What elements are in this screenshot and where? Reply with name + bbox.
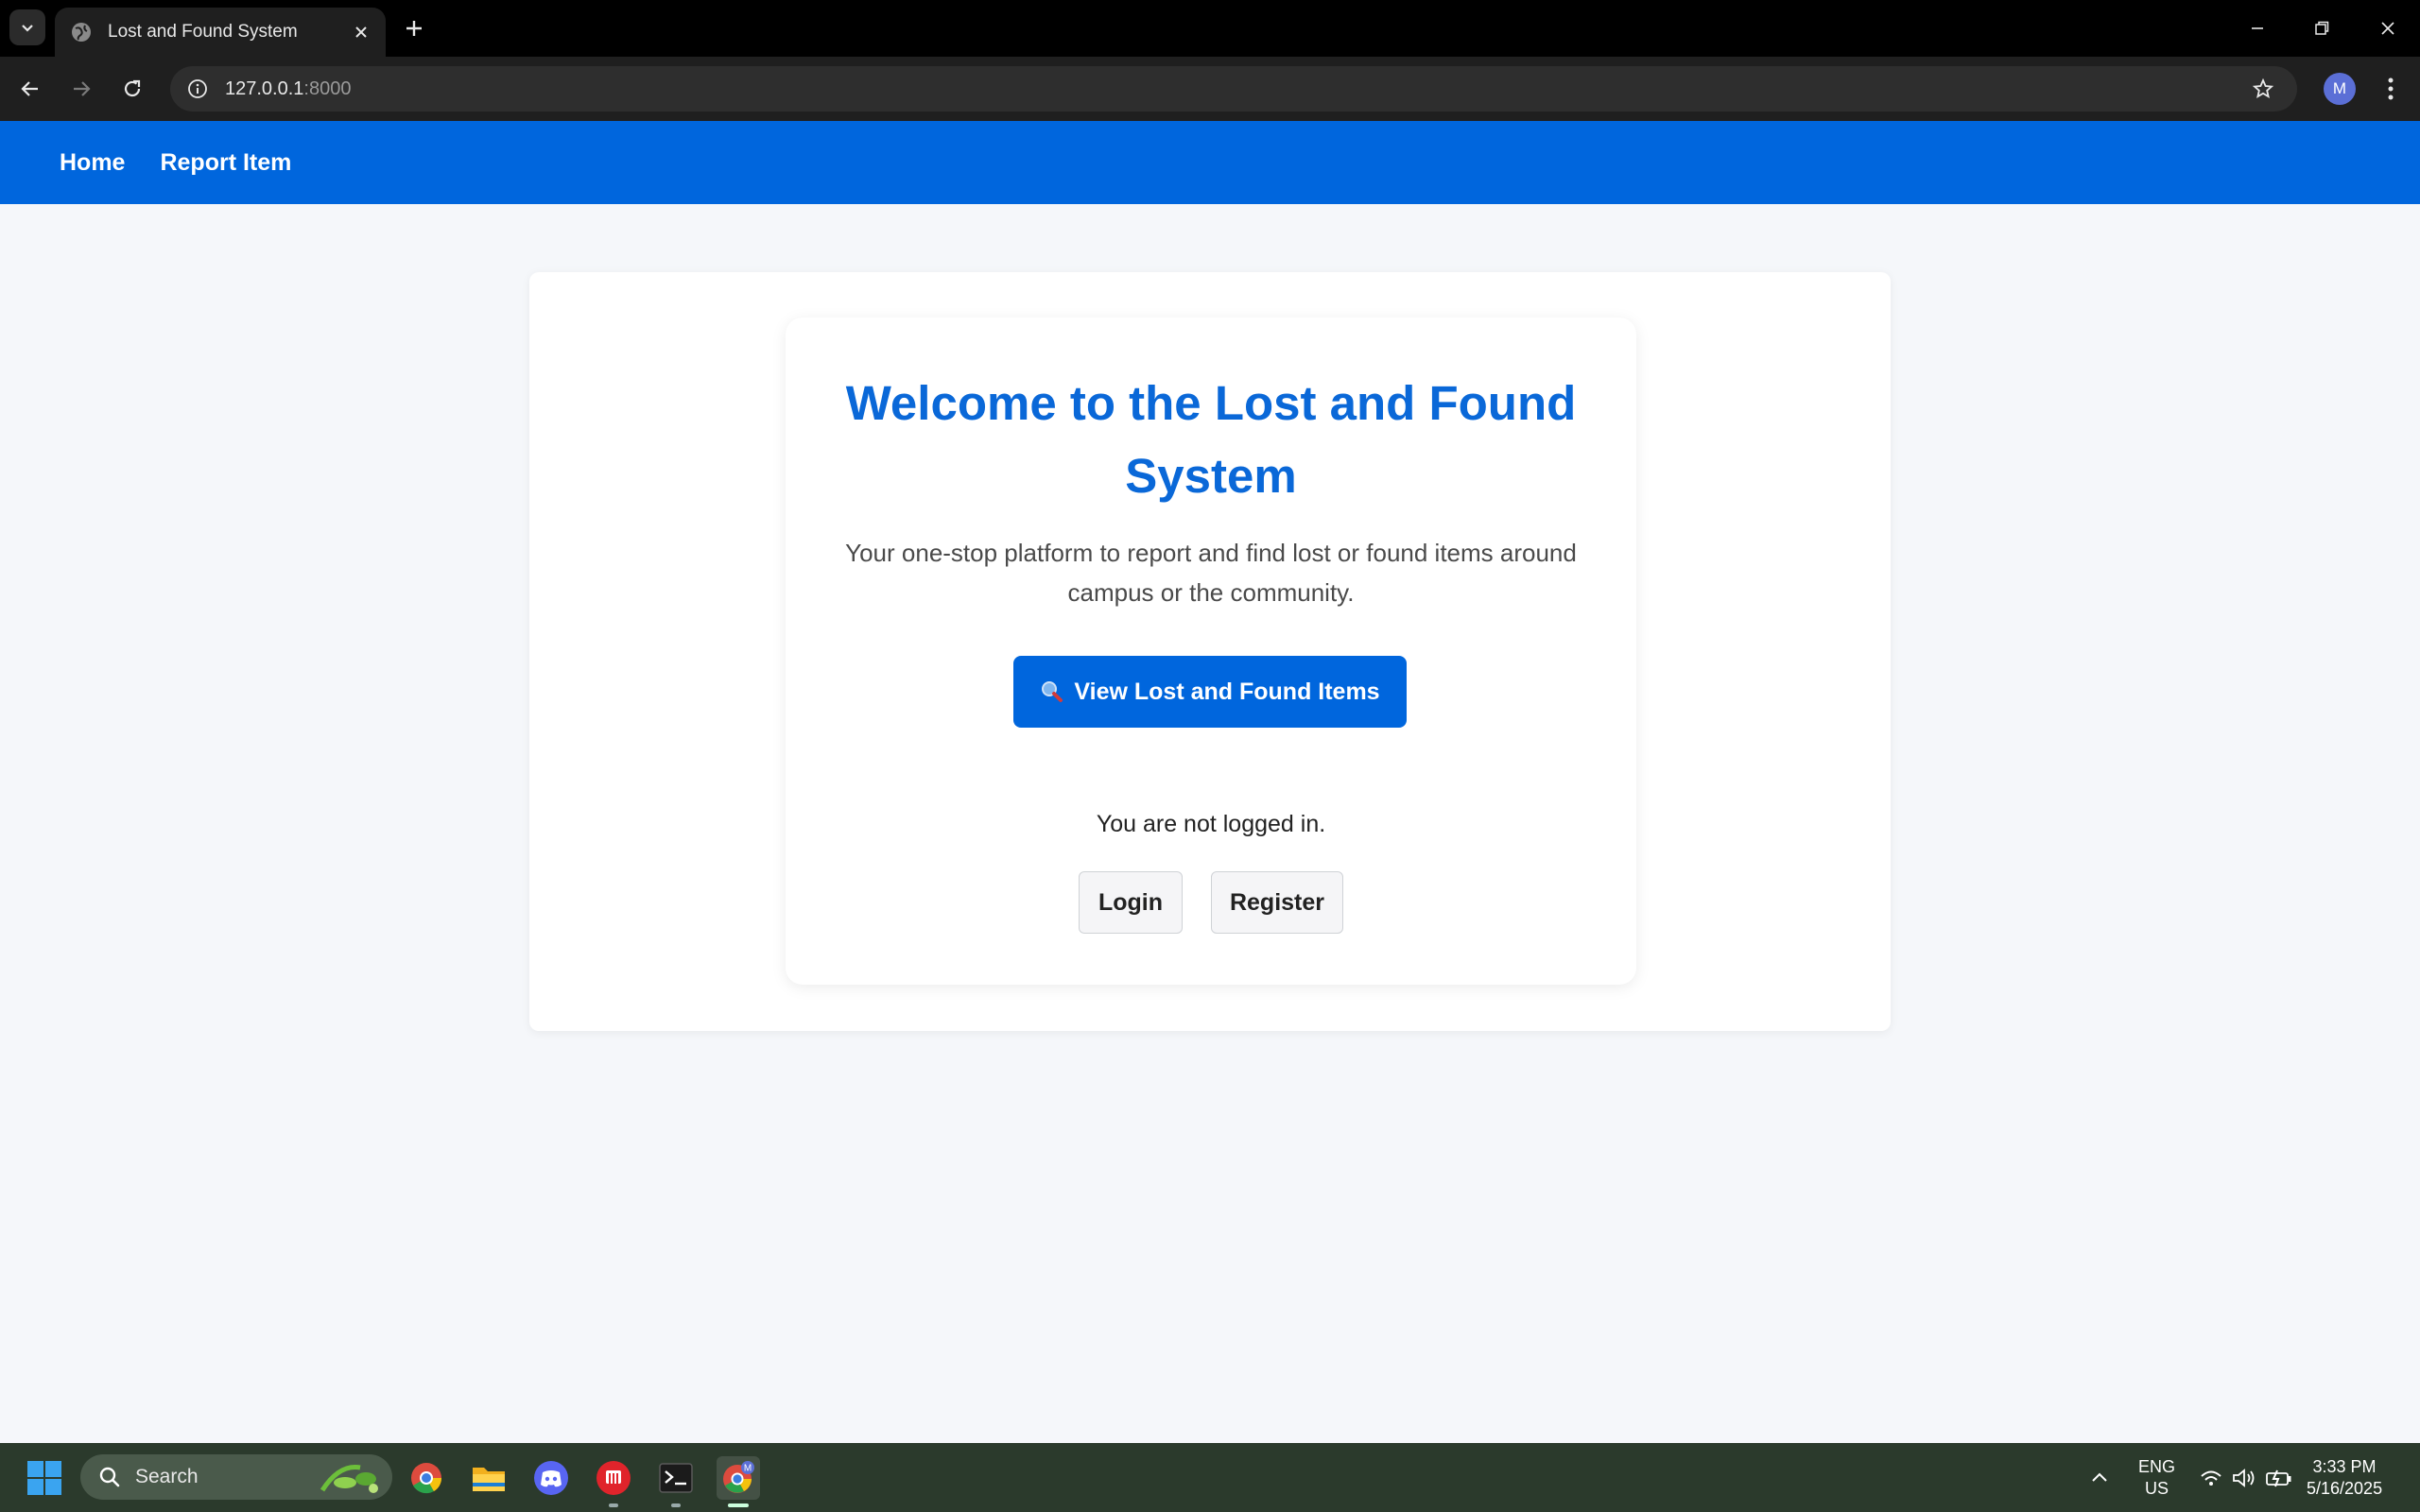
region-text: US [2145,1478,2169,1498]
plant-decoration-icon [320,1465,378,1493]
battery-icon [2266,1469,2291,1486]
browser-toolbar: 127.0.0.1:8000 M [0,57,2420,121]
clock-date: 5/16/2025 [2307,1478,2383,1498]
new-tab-button[interactable] [401,15,427,42]
language-indicator[interactable]: ENG US [2138,1443,2175,1512]
chevron-down-icon [22,25,33,32]
back-button[interactable] [13,72,47,106]
arrow-right-icon [74,81,91,96]
taskbar-terminal[interactable] [654,1456,698,1507]
close-icon [2381,22,2394,35]
restore-icon [2315,21,2329,35]
system-tray-status[interactable] [2199,1443,2293,1512]
browser-tab-strip: Lost and Found System [0,0,2420,57]
tab-title: Lost and Found System [108,22,298,42]
page-subtitle: Your one-stop platform to report and fin… [845,539,1577,607]
globe-icon [72,23,91,42]
show-hidden-icons[interactable] [2089,1443,2110,1512]
close-window-button[interactable] [2373,13,2403,43]
taskbar-red-app[interactable] [592,1456,635,1507]
page-title: Welcome to the Lost and Found System [845,376,1577,503]
taskbar-discord[interactable] [529,1456,573,1500]
welcome-card: Welcome to the Lost and Found System You… [786,318,1636,985]
volume-icon [2233,1468,2255,1487]
address-bar[interactable]: 127.0.0.1:8000 [170,66,2297,112]
taskbar-chrome-profile[interactable]: M [717,1456,760,1507]
app-icon [596,1461,631,1495]
taskbar-chrome[interactable] [405,1456,448,1500]
windows-start-icon[interactable] [26,1460,62,1496]
view-items-label: View Lost and Found Items [1074,678,1380,705]
chevron-up-icon [2092,1472,2107,1482]
minimize-button[interactable] [2242,13,2273,43]
language-text: ENG [2138,1456,2176,1476]
taskbar-file-explorer[interactable] [467,1456,510,1500]
forward-button[interactable] [64,72,98,106]
login-button[interactable]: Login [1079,871,1183,934]
running-indicator [671,1503,681,1507]
minimize-icon [2252,27,2263,29]
url-text: 127.0.0.1:8000 [225,77,352,99]
taskbar-search[interactable]: Search [80,1454,392,1500]
search-icon [99,1467,120,1487]
tab-search-button[interactable] [9,9,45,45]
browser-tab[interactable]: Lost and Found System [55,8,386,57]
terminal-icon [659,1463,693,1493]
discord-icon [534,1461,568,1495]
reload-icon [124,79,141,97]
chrome-icon: M [723,1461,754,1493]
running-indicator [609,1503,618,1507]
reload-button[interactable] [115,72,149,106]
view-items-button[interactable]: View Lost and Found Items [1013,656,1407,728]
magnifier-icon [1042,681,1063,702]
folder-icon [473,1468,505,1491]
bookmark-star-icon[interactable] [2250,76,2276,102]
site-navbar: Home Report Item [0,121,2420,204]
chrome-icon [411,1463,442,1494]
nav-link-home[interactable]: Home [60,149,125,177]
site-info-icon[interactable] [185,77,210,101]
clock[interactable]: 3:33 PM 5/16/2025 [2307,1443,2382,1512]
close-tab-icon[interactable] [350,21,372,43]
arrow-left-icon [21,81,38,96]
clock-time: 3:33 PM [2312,1456,2377,1476]
plus-icon [406,21,422,36]
chrome-profile-badge: M [744,1464,752,1474]
more-vertical-icon [2388,77,2394,100]
wifi-icon [2201,1470,2221,1486]
restore-button[interactable] [2307,13,2337,43]
active-indicator [728,1503,749,1507]
nav-link-report-item[interactable]: Report Item [160,149,291,177]
browser-menu-button[interactable] [2375,73,2407,105]
profile-avatar[interactable]: M [2324,73,2356,105]
register-button[interactable]: Register [1211,871,1343,934]
login-status-text: You are not logged in. [1096,811,1326,837]
os-taskbar: Search M ENG US 3:33 PM 5/16/2025 [0,1443,2420,1512]
taskbar-search-placeholder: Search [135,1466,199,1487]
